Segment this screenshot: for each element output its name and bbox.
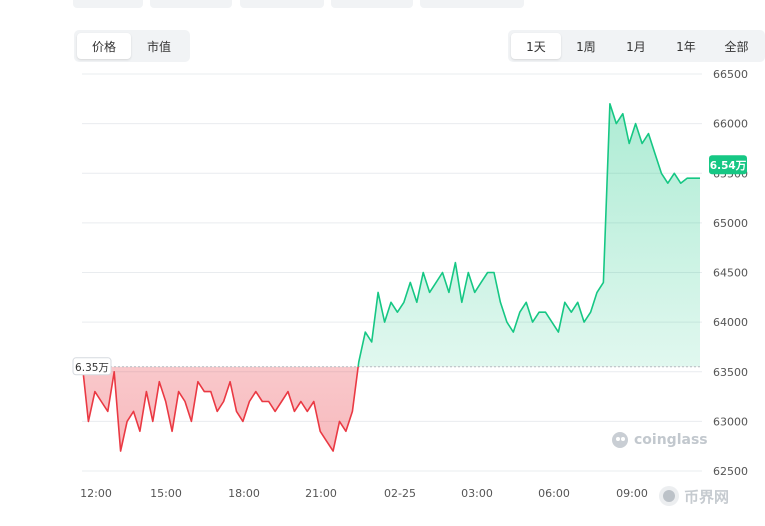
- x-tick-label: 21:00: [305, 487, 337, 500]
- coinglass-brand: coinglass: [634, 432, 708, 448]
- y-tick-label: 64500: [713, 267, 748, 280]
- site-name: 币界网: [684, 487, 730, 506]
- y-tick-label: 65000: [713, 217, 748, 230]
- x-tick-label: 12:00: [80, 487, 112, 500]
- x-tick-label: 15:00: [150, 487, 182, 500]
- y-tick-label: 63000: [713, 415, 748, 428]
- y-tick-label: 64000: [713, 316, 748, 329]
- y-tick-label: 62500: [713, 465, 748, 478]
- x-tick-label: 06:00: [538, 487, 570, 500]
- x-tick-label: 03:00: [461, 487, 493, 500]
- y-tick-label: 66000: [713, 118, 748, 131]
- site-logo-icon: [659, 486, 679, 506]
- x-tick-label: 18:00: [228, 487, 260, 500]
- coinglass-logo-icon: [612, 432, 628, 448]
- site-watermark: 币界网: [657, 484, 729, 508]
- coinglass-watermark: coinglass: [610, 430, 708, 450]
- y-tick-label: 66500: [713, 68, 748, 81]
- baseline-price-label: 6.35万: [75, 362, 109, 374]
- current-price-label: 6.54万: [710, 160, 747, 172]
- x-tick-label: 09:00: [616, 487, 648, 500]
- y-tick-label: 63500: [713, 366, 748, 379]
- x-tick-label: 02-25: [384, 487, 416, 500]
